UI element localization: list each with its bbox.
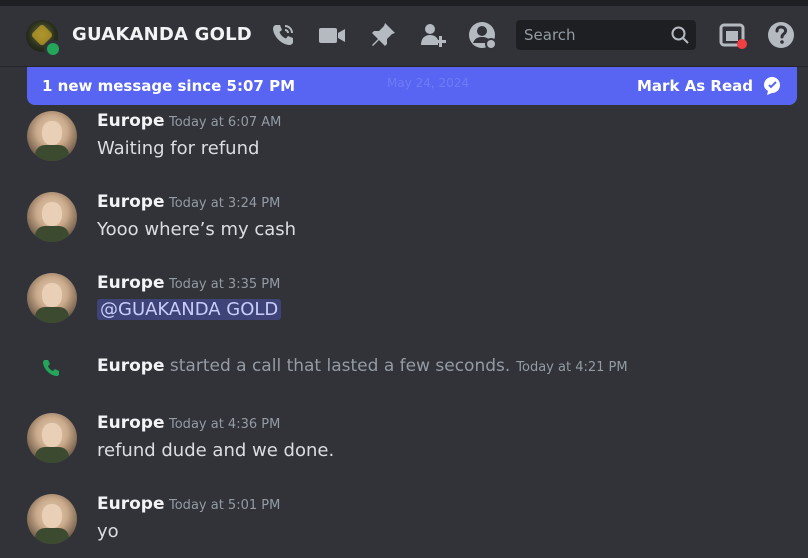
- pin-icon[interactable]: [368, 20, 398, 50]
- message-text: Yooo where’s my cash: [97, 219, 297, 240]
- search-placeholder: Search: [524, 26, 576, 44]
- author-name[interactable]: Europe: [97, 494, 164, 514]
- call-text: started a call that lasted a few seconds…: [169, 356, 511, 376]
- add-member-icon[interactable]: [418, 20, 448, 50]
- timestamp: Today at 4:36 PM: [169, 417, 281, 432]
- timestamp: Today at 5:01 PM: [169, 498, 281, 513]
- inbox-icon[interactable]: [718, 20, 748, 50]
- author-name[interactable]: Europe: [97, 273, 164, 293]
- search-icon: [670, 25, 690, 45]
- mark-read-icon[interactable]: [761, 75, 783, 97]
- call-author[interactable]: Europe: [97, 356, 164, 376]
- channel-header: GUAKANDA GOLD Search: [0, 6, 808, 67]
- message-text: yo: [97, 521, 119, 542]
- user-mention[interactable]: @GUAKANDA GOLD: [97, 299, 282, 320]
- call-icon[interactable]: [268, 20, 298, 50]
- call-timestamp: Today at 4:21 PM: [516, 360, 628, 375]
- author-name[interactable]: Europe: [97, 192, 164, 212]
- server-avatar[interactable]: [26, 20, 62, 58]
- timestamp: Today at 6:07 AM: [169, 115, 282, 130]
- avatar[interactable]: [27, 192, 77, 242]
- author-name[interactable]: Europe: [97, 111, 164, 131]
- avatar[interactable]: [27, 413, 77, 463]
- avatar[interactable]: [27, 111, 77, 161]
- phone-call-icon: [40, 357, 62, 379]
- author-name[interactable]: Europe: [97, 413, 164, 433]
- online-status-dot: [44, 40, 62, 58]
- video-icon[interactable]: [317, 20, 347, 50]
- avatar[interactable]: [27, 273, 77, 323]
- avatar[interactable]: [27, 494, 77, 544]
- timestamp: Today at 3:35 PM: [169, 277, 281, 292]
- profile-icon[interactable]: [467, 20, 497, 50]
- help-icon[interactable]: [766, 20, 796, 50]
- message-text: Waiting for refund: [97, 138, 260, 159]
- timestamp: Today at 3:24 PM: [169, 196, 281, 211]
- new-messages-banner[interactable]: 1 new message since 5:07 PM May 24, 2024…: [27, 67, 797, 105]
- call-line: Europe started a call that lasted a few …: [97, 356, 628, 376]
- channel-title: GUAKANDA GOLD: [72, 24, 252, 45]
- search-box[interactable]: Search: [516, 20, 696, 50]
- message-text: refund dude and we done.: [97, 440, 335, 461]
- mark-as-read-button[interactable]: Mark As Read: [637, 77, 753, 95]
- banner-date-ghost: May 24, 2024: [387, 76, 470, 90]
- new-messages-text: 1 new message since 5:07 PM: [42, 77, 295, 95]
